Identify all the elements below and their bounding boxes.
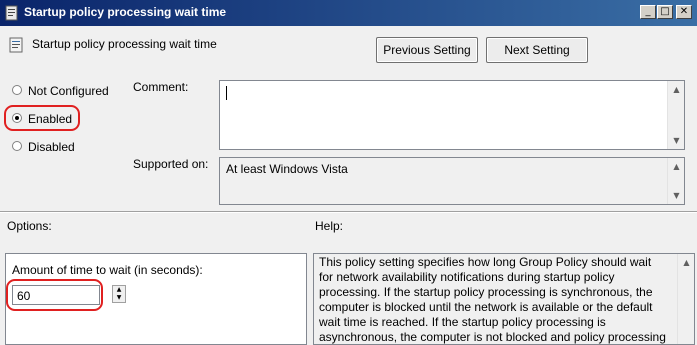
help-line: wait time is reached. If the startup pol… [319, 315, 606, 329]
close-icon[interactable]: ✕ [676, 5, 692, 19]
next-setting-button[interactable]: Next Setting [486, 37, 588, 63]
scroll-up-icon[interactable]: ▲ [678, 254, 695, 271]
disabled-radio[interactable] [12, 141, 22, 151]
spin-down-icon[interactable]: ▼ [113, 294, 125, 302]
scroll-up-icon[interactable]: ▲ [668, 158, 685, 175]
comment-label: Comment: [133, 80, 189, 94]
supported-on-value: At least Windows Vista [226, 162, 348, 176]
minimize-icon[interactable]: _ [640, 5, 656, 19]
help-panel: This policy setting specifies how long G… [313, 253, 695, 345]
window-title: Startup policy processing wait time [24, 5, 227, 19]
comment-field[interactable]: ▲ ▼ [219, 80, 685, 150]
scroll-down-icon[interactable]: ▼ [668, 187, 685, 204]
help-line: This policy setting specifies how long G… [319, 255, 652, 269]
supported-on-label: Supported on: [133, 157, 209, 171]
supported-scrollbar[interactable]: ▲ ▼ [667, 158, 684, 204]
help-line: processing. If the startup policy proces… [319, 285, 653, 299]
help-heading: Help: [315, 219, 344, 233]
scroll-down-icon[interactable]: ▼ [668, 132, 685, 149]
not-configured-label[interactable]: Not Configured [28, 84, 109, 98]
disabled-label[interactable]: Disabled [28, 140, 75, 154]
comment-scrollbar[interactable]: ▲ ▼ [667, 81, 684, 149]
section-divider [0, 211, 697, 213]
scroll-up-icon[interactable]: ▲ [668, 81, 685, 98]
help-scrollbar[interactable]: ▲ [677, 254, 694, 344]
help-line: computer is blocked until the network is… [319, 300, 653, 314]
maximize-icon[interactable]: □ [657, 5, 673, 19]
help-line: for network availability notifications d… [319, 270, 615, 284]
policy-icon [5, 5, 18, 21]
options-heading: Options: [7, 219, 52, 233]
wait-time-label: Amount of time to wait (in seconds): [12, 263, 203, 277]
policy-icon [9, 37, 23, 53]
text-caret [226, 86, 227, 100]
wait-time-highlight [6, 279, 103, 311]
wait-time-spinner[interactable]: ▲ ▼ [112, 285, 126, 303]
supported-on-field: At least Windows Vista ▲ ▼ [219, 157, 685, 205]
enabled-highlight [4, 105, 80, 131]
help-line: asynchronous, the computer is not blocke… [319, 330, 666, 344]
policy-title: Startup policy processing wait time [32, 37, 217, 51]
spin-up-icon[interactable]: ▲ [113, 286, 125, 294]
help-text: This policy setting specifies how long G… [319, 255, 675, 345]
not-configured-radio[interactable] [12, 85, 22, 95]
previous-setting-button[interactable]: Previous Setting [376, 37, 478, 63]
